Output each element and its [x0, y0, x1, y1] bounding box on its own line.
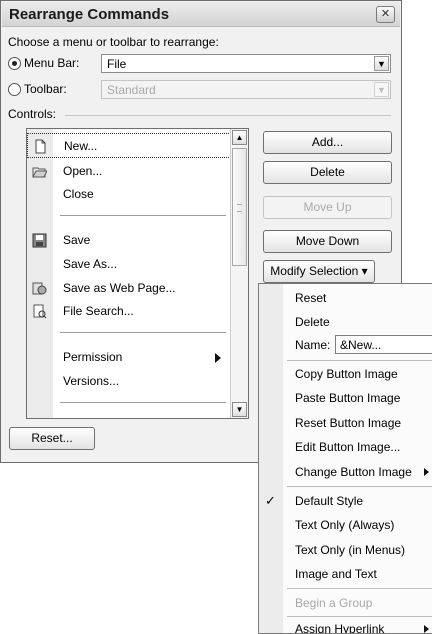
list-item-label: Save as Web Page...	[63, 281, 176, 295]
list-separator	[60, 402, 226, 403]
menu-item-text-only-menus[interactable]: Text Only (in Menus)	[259, 538, 432, 562]
menu-item-delete[interactable]: Delete	[259, 310, 432, 334]
save-disk-icon	[32, 233, 47, 248]
menu-item-paste-image[interactable]: Paste Button Image	[259, 386, 432, 410]
menu-item-assign-hyperlink[interactable]: Assign Hyperlink	[259, 617, 432, 633]
checkmark-icon: ✓	[265, 493, 276, 508]
list-item-label: Open...	[63, 164, 103, 178]
toolbar-value: Standard	[107, 83, 156, 97]
menu-bar-value: File	[107, 57, 127, 71]
list-scrollbar[interactable]: ▲ ▼	[230, 129, 248, 418]
list-item-label: Versions...	[63, 374, 120, 388]
submenu-arrow-icon	[215, 353, 221, 363]
dialog-title: Rearrange Commands	[9, 6, 170, 23]
choose-label: Choose a menu or toolbar to rearrange:	[8, 35, 219, 49]
list-item[interactable]: Permission	[27, 345, 231, 370]
menu-separator	[287, 360, 432, 361]
move-up-button[interactable]: Move Up	[263, 196, 392, 219]
close-icon: ✕	[380, 8, 391, 20]
list-item-label: Close	[63, 187, 94, 201]
submenu-arrow-icon	[424, 468, 429, 476]
chevron-down-icon[interactable]: ▼	[374, 56, 389, 71]
list-item-label: Permission	[63, 350, 123, 364]
list-item[interactable]: Close	[27, 182, 231, 207]
menu-item-image-and-text[interactable]: Image and Text	[259, 562, 432, 586]
move-down-button[interactable]: Move Down	[263, 230, 392, 253]
menu-item-copy-image[interactable]: Copy Button Image	[259, 362, 432, 386]
toolbar-select[interactable]: Standard ▼	[101, 80, 391, 99]
modify-selection-menu: Reset Delete Name: &New... Copy Button I…	[258, 283, 432, 634]
reset-button[interactable]: Reset...	[9, 427, 95, 450]
list-item[interactable]: Save As...	[27, 252, 231, 277]
menu-item-reset[interactable]: Reset	[259, 286, 432, 310]
menu-item-edit-image[interactable]: Edit Button Image...	[259, 435, 432, 459]
list-item[interactable]: Save as Web Page...	[27, 276, 231, 301]
scroll-up-icon[interactable]: ▲	[232, 130, 247, 145]
list-separator	[60, 215, 226, 216]
close-button[interactable]: ✕	[376, 6, 395, 23]
list-item[interactable]: File Search...	[27, 299, 231, 324]
title-bar: Rearrange Commands ✕	[2, 2, 400, 27]
menu-item-begin-group[interactable]: Begin a Group	[259, 591, 432, 615]
menu-item-change-image[interactable]: Change Button Image	[259, 460, 432, 484]
menu-bar-select[interactable]: File ▼	[101, 54, 391, 73]
web-page-icon	[32, 282, 47, 295]
file-search-icon	[33, 304, 47, 319]
menu-bar-label: Menu Bar:	[24, 56, 80, 70]
menu-item-name: Name: &New...	[259, 333, 432, 357]
menu-separator	[287, 486, 432, 487]
chevron-down-icon[interactable]: ▼	[374, 82, 389, 97]
new-document-icon	[35, 139, 46, 154]
controls-list[interactable]: New... Open... Close Save Save As... Sav…	[26, 128, 249, 419]
open-folder-icon	[32, 167, 47, 178]
menu-item-reset-image[interactable]: Reset Button Image	[259, 411, 432, 435]
list-item[interactable]: New...	[27, 133, 231, 158]
scroll-thumb[interactable]	[232, 148, 247, 266]
controls-label: Controls:	[8, 107, 57, 121]
list-item[interactable]: Versions...	[27, 369, 231, 394]
list-item[interactable]: Save	[27, 228, 231, 253]
add-button[interactable]: Add...	[263, 131, 392, 154]
modify-selection-button[interactable]: Modify Selection ▾	[263, 260, 375, 283]
list-item[interactable]: Open...	[27, 159, 231, 184]
name-label: Name:	[295, 338, 331, 352]
list-item-label: New...	[64, 139, 98, 153]
name-field[interactable]: &New...	[335, 335, 432, 354]
submenu-arrow-icon	[424, 625, 429, 633]
menu-separator	[287, 588, 432, 589]
toolbar-label: Toolbar:	[24, 82, 67, 96]
list-separator	[60, 332, 226, 333]
menu-item-text-only-always[interactable]: Text Only (Always)	[259, 513, 432, 537]
list-item-label: Save	[63, 233, 91, 247]
toolbar-radio[interactable]	[8, 83, 21, 96]
list-item-label: File Search...	[63, 304, 134, 318]
list-item-label: Save As...	[63, 257, 118, 271]
controls-divider	[65, 115, 391, 116]
menu-item-default-style[interactable]: ✓ Default Style	[259, 489, 432, 513]
delete-button[interactable]: Delete	[263, 161, 392, 184]
scroll-down-icon[interactable]: ▼	[232, 402, 247, 417]
menu-bar-radio[interactable]	[8, 57, 21, 70]
